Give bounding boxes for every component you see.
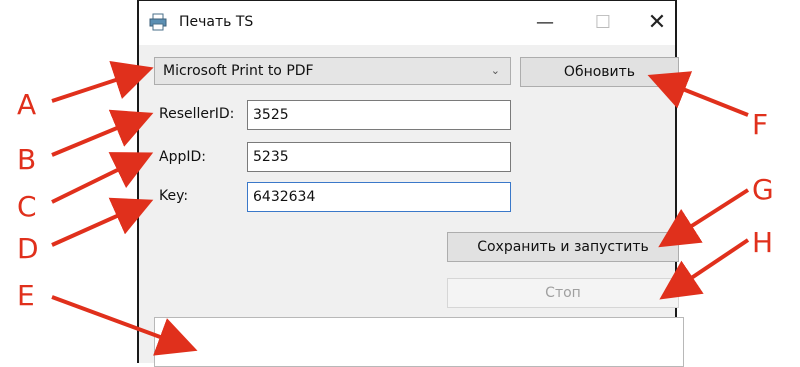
refresh-button[interactable]: Обновить [520,57,679,87]
reseller-id-label: ResellerID: [159,106,235,122]
annotation-a: A [17,88,37,121]
annotation-g: G [752,173,774,206]
reseller-id-field[interactable]: 3525 [247,100,511,130]
log-output-area[interactable] [154,317,684,367]
printer-icon [149,13,167,31]
app-id-label: AppID: [159,149,206,165]
print-ts-window: Печать TS — ☐ ✕ Microsoft Print to PDF ⌄… [137,0,684,367]
window-title: Печать TS [179,14,254,30]
key-field[interactable]: 6432634 [247,182,511,212]
title-bar: Печать TS — ☐ ✕ [139,1,675,45]
annotation-h: H [752,226,774,259]
stop-button: Стоп [447,278,679,308]
printer-select-value: Microsoft Print to PDF [163,63,314,79]
app-id-field[interactable]: 5235 [247,142,511,172]
arrow-c [51,152,154,204]
key-label: Key: [159,188,189,204]
annotation-e: E [17,279,35,312]
maximize-button[interactable]: ☐ [583,7,623,39]
save-and-run-button[interactable]: Сохранить и запустить [447,232,679,262]
annotation-c: C [17,190,37,223]
annotation-d: D [17,232,39,265]
chevron-down-icon: ⌄ [490,64,500,77]
printer-select[interactable]: Microsoft Print to PDF ⌄ [154,57,511,85]
arrow-a [51,61,154,103]
arrow-d [51,197,154,247]
minimize-button[interactable]: — [525,7,565,39]
close-button[interactable]: ✕ [637,7,677,39]
annotation-f: F [752,108,769,141]
annotation-b: B [17,143,37,176]
arrow-b [51,109,154,157]
